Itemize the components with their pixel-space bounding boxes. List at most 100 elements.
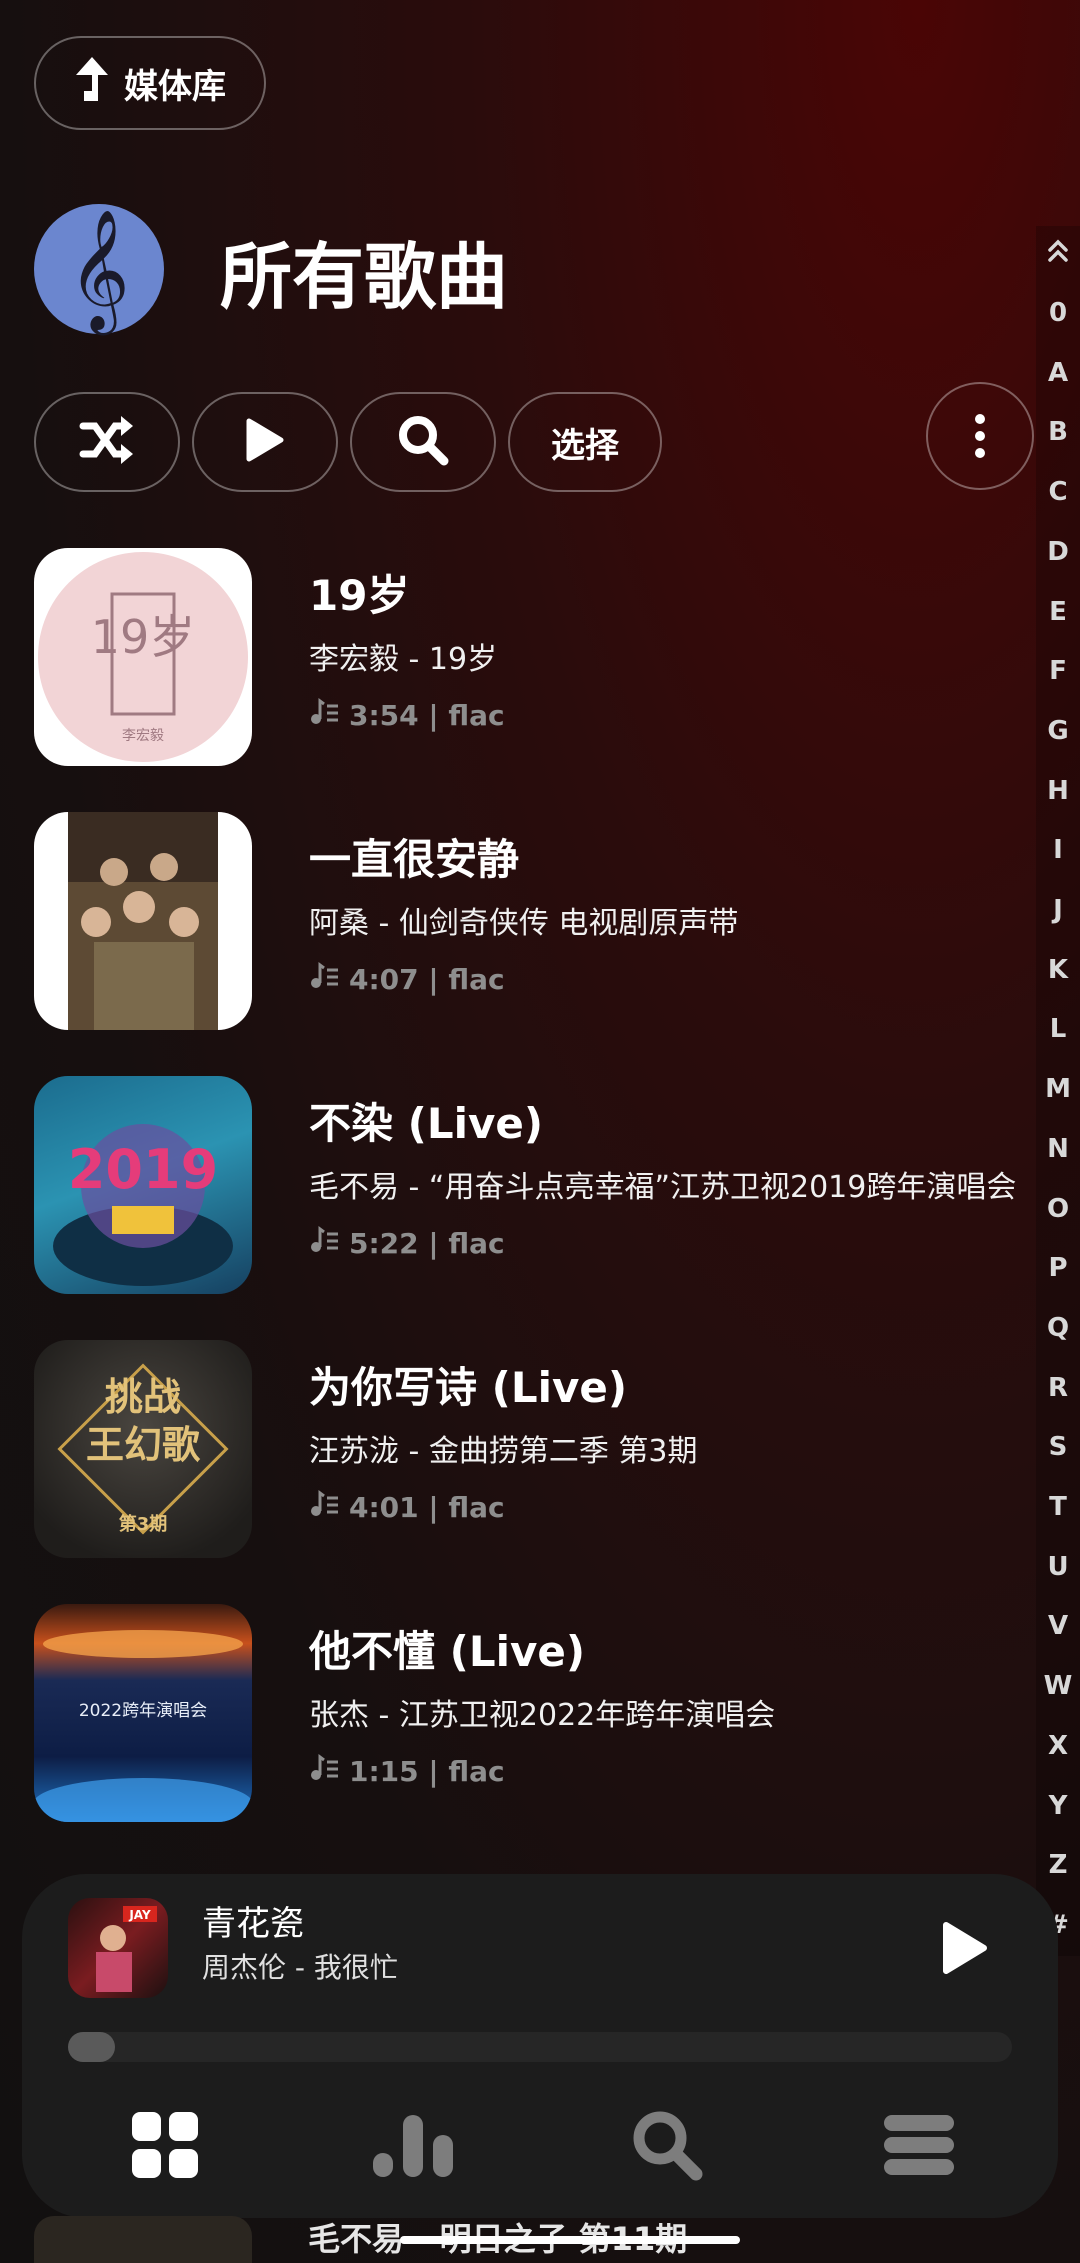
nav-library[interactable]	[120, 2102, 210, 2192]
up-arrow-icon	[74, 55, 110, 112]
cover-text: 2019	[68, 1138, 218, 1201]
music-note-list-icon	[309, 962, 339, 997]
home-indicator[interactable]	[400, 2236, 740, 2244]
mini-player[interactable]: JAY 青花瓷 周杰伦 - 我很忙	[22, 1874, 1058, 2218]
song-title: 一直很安静	[309, 835, 520, 884]
index-letter[interactable]: E	[1036, 597, 1080, 627]
nav-menu[interactable]	[874, 2102, 964, 2192]
song-meta: 4:07 | flac	[309, 962, 505, 997]
cover-text-1: 挑战	[105, 1375, 181, 1419]
page-title: 所有歌曲	[220, 235, 509, 319]
cover-text-2: 王幻歌	[86, 1423, 201, 1467]
song-item[interactable]: 19岁 李宏毅 19岁 李宏毅 - 19岁 3:54 | flac	[34, 548, 1034, 768]
song-meta: 3:54 | flac	[309, 698, 505, 733]
search-icon	[396, 413, 450, 471]
play-icon	[940, 1922, 990, 1980]
song-title: 为你写诗 (Live)	[309, 1363, 628, 1412]
player-play-button[interactable]	[940, 1920, 990, 1980]
index-letter[interactable]: R	[1036, 1373, 1080, 1403]
back-to-library-button[interactable]: 媒体库	[34, 36, 266, 130]
next-song-cover-peek	[34, 2216, 252, 2263]
treble-clef-icon: 𝄞	[34, 204, 164, 334]
index-letter[interactable]: U	[1036, 1552, 1080, 1582]
scroll-top-icon[interactable]	[1036, 238, 1080, 271]
alphabet-index-bar[interactable]: 0 A B C D E F G H I J K L M N O P Q R S T U V W X Y Z #	[1036, 226, 1080, 1956]
index-letter[interactable]: P	[1036, 1253, 1080, 1283]
shuffle-icon	[79, 414, 135, 470]
song-title: 他不懂 (Live)	[309, 1627, 586, 1676]
more-vertical-icon	[975, 414, 985, 424]
index-letter[interactable]: Y	[1036, 1791, 1080, 1821]
index-letter[interactable]: N	[1036, 1134, 1080, 1164]
music-note-list-icon	[309, 1226, 339, 1261]
song-subtitle: 汪苏泷 - 金曲捞第二季 第3期	[309, 1434, 698, 1469]
index-letter[interactable]: M	[1036, 1074, 1080, 1104]
grid-icon	[130, 2110, 200, 2184]
nav-stats[interactable]	[368, 2102, 458, 2192]
song-item[interactable]: 2019 不染 (Live) 毛不易 - “用奋斗点亮幸福”江苏卫视2019跨年…	[34, 1076, 1034, 1296]
search-icon	[630, 2108, 704, 2186]
nav-search[interactable]	[622, 2102, 712, 2192]
index-letter[interactable]: V	[1036, 1611, 1080, 1641]
search-button[interactable]	[350, 392, 496, 492]
cover-text: 2022跨年演唱会	[79, 1701, 207, 1721]
music-note-list-icon	[309, 698, 339, 733]
index-letter[interactable]: X	[1036, 1731, 1080, 1761]
song-subtitle: 阿桑 - 仙剑奇侠传 电视剧原声带	[309, 906, 739, 941]
index-letter[interactable]: F	[1036, 656, 1080, 686]
index-letter[interactable]: H	[1036, 776, 1080, 806]
index-letter[interactable]: K	[1036, 955, 1080, 985]
player-art-text: JAY	[128, 1908, 151, 1922]
index-letter[interactable]: B	[1036, 417, 1080, 447]
index-letter[interactable]: J	[1036, 895, 1080, 925]
index-letter[interactable]: A	[1036, 358, 1080, 388]
index-letter[interactable]: D	[1036, 537, 1080, 567]
menu-icon	[882, 2113, 956, 2181]
index-letter[interactable]: L	[1036, 1014, 1080, 1044]
song-item[interactable]: 一直很安静 阿桑 - 仙剑奇侠传 电视剧原声带 4:07 | flac	[34, 812, 1034, 1032]
song-subtitle: 毛不易 - “用奋斗点亮幸福”江苏卫视2019跨年演唱会	[309, 1170, 1017, 1205]
song-title: 不染 (Live)	[309, 1099, 544, 1148]
more-options-button[interactable]	[926, 382, 1034, 490]
song-meta: 4:01 | flac	[309, 1490, 505, 1525]
cover-artist: 李宏毅	[122, 727, 164, 744]
index-letter[interactable]: O	[1036, 1194, 1080, 1224]
cover-text: 19岁	[91, 610, 196, 664]
song-item[interactable]: 挑战 王幻歌 第3期 为你写诗 (Live) 汪苏泷 - 金曲捞第二季 第3期 …	[34, 1340, 1034, 1560]
index-letter[interactable]: 0	[1036, 298, 1080, 328]
progress-fill	[68, 2032, 116, 2062]
album-cover: 2022跨年演唱会	[34, 1604, 252, 1822]
index-letter[interactable]: G	[1036, 716, 1080, 746]
album-cover	[34, 812, 252, 1030]
album-cover: 挑战 王幻歌 第3期	[34, 1340, 252, 1558]
shuffle-button[interactable]	[34, 392, 180, 492]
equalizer-icon	[371, 2113, 455, 2181]
index-letter[interactable]: I	[1036, 835, 1080, 865]
player-title: 青花瓷	[202, 1904, 304, 1944]
song-subtitle: 李宏毅 - 19岁	[309, 642, 498, 677]
album-cover: 2019	[34, 1076, 252, 1294]
player-subtitle: 周杰伦 - 我很忙	[202, 1951, 398, 1984]
music-note-list-icon	[309, 1490, 339, 1525]
music-note-list-icon	[309, 1754, 339, 1789]
index-letter[interactable]: C	[1036, 477, 1080, 507]
index-letter[interactable]: Q	[1036, 1313, 1080, 1343]
back-button-label: 媒体库	[124, 66, 226, 107]
play-icon	[245, 417, 285, 467]
song-item[interactable]: 2022跨年演唱会 他不懂 (Live) 张杰 - 江苏卫视2022年跨年演唱会…	[34, 1604, 1034, 1824]
select-button[interactable]: 选择	[508, 392, 662, 492]
play-all-button[interactable]	[192, 392, 338, 492]
song-meta: 1:15 | flac	[309, 1754, 505, 1789]
index-letter[interactable]: Z	[1036, 1850, 1080, 1880]
song-meta: 5:22 | flac	[309, 1226, 505, 1261]
player-album-art: JAY	[68, 1898, 168, 1998]
cover-text-3: 第3期	[119, 1513, 168, 1535]
index-letter[interactable]: T	[1036, 1492, 1080, 1522]
index-letter[interactable]: S	[1036, 1432, 1080, 1462]
index-letter[interactable]: W	[1036, 1671, 1080, 1701]
album-cover: 19岁 李宏毅	[34, 548, 252, 766]
progress-bar[interactable]	[68, 2032, 1012, 2062]
song-title: 19岁	[309, 571, 410, 620]
select-button-label: 选择	[551, 425, 619, 466]
song-subtitle: 张杰 - 江苏卫视2022年跨年演唱会	[309, 1698, 776, 1733]
